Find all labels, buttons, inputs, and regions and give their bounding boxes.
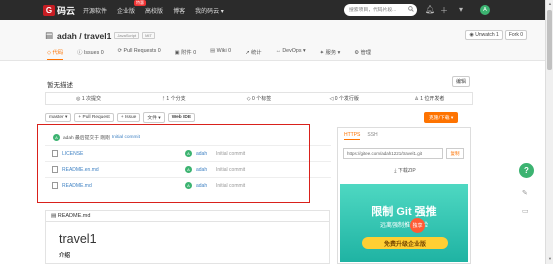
repo-stats-bar: ◎ 1 次提交 ᚠ 1 个分支 ◇ 0 个标签 ◁ 0 个发行版 ♙ 1 位开发… <box>45 92 473 105</box>
promo-badge: 独享 <box>410 218 425 233</box>
nav-enterprise[interactable]: 企业版 特惠 <box>117 0 147 15</box>
repo-book-icon: ▤ <box>45 30 54 40</box>
highlight-box <box>37 124 310 203</box>
tab-devops[interactable]: ↔ DevOps ▾ <box>276 48 306 60</box>
stat-branches[interactable]: ᚠ 1 个分支 <box>131 95 216 102</box>
fork-button[interactable]: Fork 0 <box>504 30 527 40</box>
web-ide-button[interactable]: Web IDE <box>167 113 196 122</box>
file-menu-button[interactable]: 文件 ▾ <box>143 112 165 123</box>
scrollbar-thumb[interactable] <box>547 10 552 70</box>
tab-issues[interactable]: ⓘ Issues 0 <box>77 48 104 60</box>
tab-ssh[interactable]: SSH <box>367 132 377 140</box>
new-issue-button[interactable]: + Issue <box>116 113 141 122</box>
bell-icon[interactable]: 🔔︎ <box>425 5 435 14</box>
stat-contributors[interactable]: ♙ 1 位开发者 <box>387 95 472 102</box>
chat-icon[interactable]: ▭ <box>522 207 532 215</box>
add-menu-chevron-icon[interactable]: ▾ <box>459 5 463 14</box>
page-scrollbar[interactable]: ▲ ▼ <box>545 0 553 264</box>
scroll-down-arrow-icon[interactable]: ▼ <box>547 256 553 262</box>
promo-title: 限制 Git 强推 <box>371 206 437 218</box>
branch-select[interactable]: master ▾ <box>45 113 72 122</box>
gitee-logo[interactable]: G 码云 <box>43 4 75 17</box>
stat-tags[interactable]: ◇ 0 个标签 <box>216 95 301 102</box>
upgrade-enterprise-button[interactable]: 免费升级企业版 <box>362 237 448 249</box>
tab-attachments[interactable]: ▣ 附件 0 <box>175 48 197 60</box>
language-tag[interactable]: JavaScript <box>114 32 140 39</box>
readme-subtitle: 介绍 <box>59 253 71 259</box>
nav-my-gitee[interactable]: 我的码云 ▾ <box>195 6 224 15</box>
copy-url-button[interactable]: 复制 <box>446 148 464 159</box>
readme-title: travel1 <box>59 232 97 246</box>
download-zip-link[interactable]: ⤓ 下载ZIP <box>338 167 472 174</box>
search-input[interactable] <box>344 4 417 16</box>
license-tag[interactable]: MIT <box>142 32 155 39</box>
nav-enterprise-label: 企业版 <box>117 8 136 15</box>
branch-toolbar: master ▾ + Pull Request + Issue 文件 ▾ Web… <box>45 112 198 123</box>
tab-manage[interactable]: ⚙ 管理 <box>354 48 371 60</box>
nav-education[interactable]: 高校版 <box>145 6 163 15</box>
user-avatar[interactable]: A <box>480 5 490 15</box>
repo-title: ▤ adah / travel1 JavaScript MIT <box>45 30 155 41</box>
repo-actions: ◉ Unwatch 1 Fork 0 <box>463 30 527 40</box>
repo-name[interactable]: adah / travel1 <box>57 31 111 41</box>
tab-wiki[interactable]: ▤ Wiki 0 <box>210 48 231 60</box>
repo-description: 暂无描述 <box>47 82 73 89</box>
nav-blog[interactable]: 博客 <box>173 6 185 15</box>
nav-open-source[interactable]: 开源软件 <box>83 6 107 15</box>
repo-header: ▤ adah / travel1 JavaScript MIT ◉ Unwatc… <box>0 20 545 61</box>
help-button[interactable]: ? <box>519 163 534 178</box>
clone-dropdown-panel: HTTPS SSH 复制 ⤓ 下载ZIP 限制 Git 强推 远离强制推送风险 … <box>337 127 471 264</box>
tab-code[interactable]: ◇ 代码 <box>47 48 64 60</box>
readme-header: ▤ README.md <box>46 211 329 222</box>
clone-url-field[interactable] <box>343 148 443 159</box>
logo-icon: G <box>43 4 55 16</box>
plus-icon[interactable]: ＋ <box>440 5 448 16</box>
stat-commits[interactable]: ◎ 1 次提交 <box>46 95 131 102</box>
tab-pull-requests[interactable]: ⟳ Pull Requests 0 <box>118 48 161 60</box>
unwatch-button[interactable]: ◉ Unwatch 1 <box>465 30 503 40</box>
promo-banner[interactable]: 限制 Git 强推 远离强制推送风险 独享 免费升级企业版 <box>340 184 468 262</box>
scroll-up-arrow-icon[interactable]: ▲ <box>547 1 553 7</box>
clone-download-button[interactable]: 克隆/下载 ▾ <box>424 112 459 123</box>
feedback-icon[interactable]: ✎ <box>522 189 532 197</box>
stat-releases[interactable]: ◁ 0 个发行版 <box>302 95 387 102</box>
logo-text: 码云 <box>57 5 76 16</box>
edit-description-button[interactable]: 编辑 <box>452 76 471 87</box>
top-nav-bar: G 码云 开源软件 企业版 特惠 高校版 博客 我的码云 ▾ <box>0 0 545 20</box>
tab-stats[interactable]: ↗ 统计 <box>245 48 262 60</box>
new-pull-request-button[interactable]: + Pull Request <box>74 113 114 122</box>
readme-panel: ▤ README.md travel1 介绍 <box>45 210 330 264</box>
promo-subtitle: 远离强制推送风险 <box>379 223 428 229</box>
clone-protocol-tabs: HTTPS SSH <box>338 128 470 140</box>
tab-https[interactable]: HTTPS <box>344 132 361 140</box>
repo-tabs: ◇ 代码 ⓘ Issues 0 ⟳ Pull Requests 0 ▣ 附件 0… <box>47 48 385 60</box>
search-icon[interactable] <box>408 6 414 12</box>
tab-services[interactable]: ✦ 服务 ▾ <box>320 48 341 60</box>
